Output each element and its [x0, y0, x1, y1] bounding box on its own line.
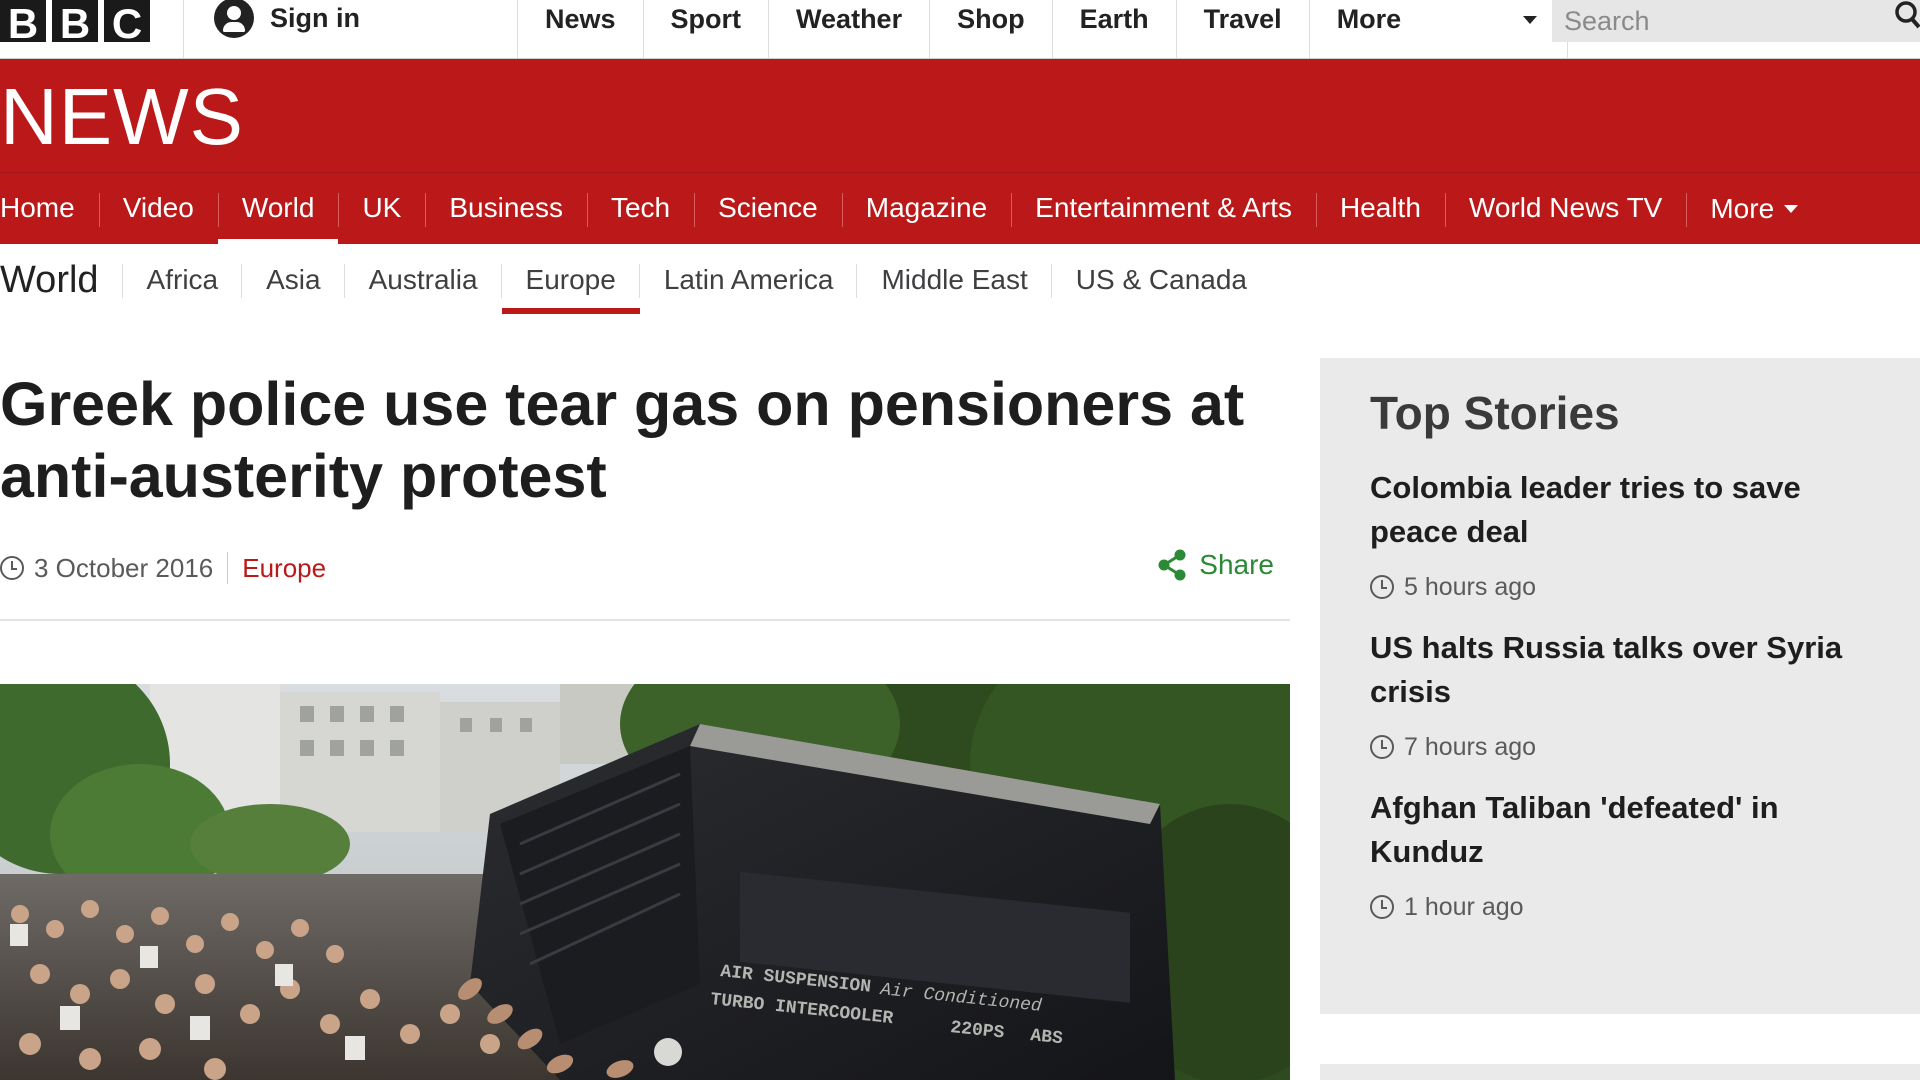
- share-icon: [1158, 549, 1186, 581]
- top-nav-shop[interactable]: Shop: [930, 0, 1053, 58]
- bbc-logo-letter: B: [52, 0, 98, 47]
- top-story-item: Colombia leader tries to save peace deal…: [1370, 466, 1920, 604]
- bus-text-abs: ABS: [1029, 1026, 1064, 1049]
- news-banner: NEWS: [0, 59, 1920, 172]
- bbc-logo[interactable]: B B C: [0, 0, 150, 47]
- top-nav-more-button[interactable]: More: [1310, 0, 1568, 58]
- chevron-down-icon: [1522, 16, 1537, 24]
- main-nav-world-news-tv[interactable]: World News TV: [1444, 173, 1686, 245]
- top-nav: News Sport Weather Shop Earth Travel Mor…: [518, 0, 1568, 58]
- sub-nav-middle-east[interactable]: Middle East: [857, 244, 1053, 314]
- world-sub-nav: World Africa Asia Australia Europe Latin…: [0, 244, 1271, 314]
- top-nav-sport[interactable]: Sport: [644, 0, 770, 58]
- main-nav-home[interactable]: Home: [0, 173, 99, 245]
- top-nav-earth[interactable]: Earth: [1053, 0, 1177, 58]
- search-input[interactable]: [1552, 0, 1892, 42]
- clock-icon: [1370, 735, 1394, 759]
- sub-nav-australia[interactable]: Australia: [345, 244, 502, 314]
- article-headline: Greek police use tear gas on pensioners …: [0, 370, 1245, 510]
- sign-in-link[interactable]: Sign in: [183, 0, 518, 58]
- top-story-time: 1 hour ago: [1370, 890, 1920, 924]
- main-nav-magazine[interactable]: Magazine: [841, 173, 1011, 245]
- main-nav-video[interactable]: Video: [98, 173, 218, 245]
- top-story-item: Afghan Taliban 'defeated' in Kunduz 1 ho…: [1370, 786, 1920, 924]
- clock-icon: [1370, 575, 1394, 599]
- main-nav-business[interactable]: Business: [425, 173, 587, 245]
- bbc-top-bar: B B C Sign in News Sport Weather Shop Ea…: [0, 0, 1920, 59]
- sub-nav-africa[interactable]: Africa: [123, 244, 243, 314]
- top-story-time-label: 1 hour ago: [1404, 892, 1524, 921]
- sub-nav-latin-america[interactable]: Latin America: [640, 244, 858, 314]
- next-panel-edge: [1320, 1064, 1920, 1080]
- search-box: [1552, 0, 1920, 42]
- search-icon[interactable]: [1890, 0, 1920, 30]
- top-nav-weather[interactable]: Weather: [769, 0, 931, 58]
- protest-bus-photo: AIR SUSPENSION Air Conditioned TURBO INT…: [0, 684, 1290, 1080]
- sub-nav-asia[interactable]: Asia: [242, 244, 346, 314]
- main-nav-science[interactable]: Science: [694, 173, 842, 245]
- main-nav-entertainment-arts[interactable]: Entertainment & Arts: [1011, 173, 1316, 245]
- top-story-time: 5 hours ago: [1370, 570, 1920, 604]
- top-stories-title: Top Stories: [1370, 387, 1620, 439]
- article-meta: 3 October 2016 Europe Share: [0, 548, 1290, 588]
- main-nav-world[interactable]: World: [217, 173, 339, 245]
- main-nav-more-label: More: [1710, 193, 1775, 224]
- sub-nav-europe[interactable]: Europe: [501, 244, 641, 314]
- top-nav-travel[interactable]: Travel: [1177, 0, 1310, 58]
- user-icon: [214, 0, 254, 38]
- top-story-link[interactable]: US halts Russia talks over Syria crisis: [1370, 626, 1890, 714]
- section-title[interactable]: World: [0, 244, 123, 316]
- main-nav-more-button[interactable]: More: [1686, 173, 1822, 245]
- top-story-time-label: 7 hours ago: [1404, 732, 1537, 761]
- top-nav-more-label: More: [1336, 4, 1402, 34]
- top-story-link[interactable]: Afghan Taliban 'defeated' in Kunduz: [1370, 786, 1890, 874]
- clock-icon: [0, 556, 24, 580]
- bbc-logo-letter: B: [0, 0, 46, 47]
- clock-icon: [1370, 895, 1394, 919]
- news-logo[interactable]: NEWS: [0, 77, 244, 157]
- chevron-down-icon: [1784, 205, 1799, 213]
- main-nav-health[interactable]: Health: [1315, 173, 1445, 245]
- article-hero-image[interactable]: AIR SUSPENSION Air Conditioned TURBO INT…: [0, 684, 1290, 1080]
- sign-in-label: Sign in: [270, 2, 360, 33]
- divider: [0, 619, 1290, 621]
- main-nav-tech[interactable]: Tech: [586, 173, 694, 245]
- article-section-link[interactable]: Europe: [242, 553, 326, 584]
- top-story-link[interactable]: Colombia leader tries to save peace deal: [1370, 466, 1890, 554]
- sub-nav-us-canada[interactable]: US & Canada: [1052, 244, 1271, 314]
- bbc-logo-letter: C: [104, 0, 150, 47]
- main-nav: Home Video World UK Business Tech Scienc…: [0, 172, 1920, 245]
- top-story-item: US halts Russia talks over Syria crisis …: [1370, 626, 1920, 764]
- top-nav-news[interactable]: News: [518, 0, 644, 58]
- top-story-time: 7 hours ago: [1370, 730, 1920, 764]
- top-stories-panel: Top Stories Colombia leader tries to sav…: [1320, 358, 1920, 1014]
- article-date: 3 October 2016: [34, 552, 229, 584]
- share-label: Share: [1199, 549, 1274, 580]
- share-button[interactable]: Share: [1155, 548, 1274, 582]
- main-nav-uk[interactable]: UK: [338, 173, 425, 245]
- top-story-time-label: 5 hours ago: [1404, 572, 1537, 601]
